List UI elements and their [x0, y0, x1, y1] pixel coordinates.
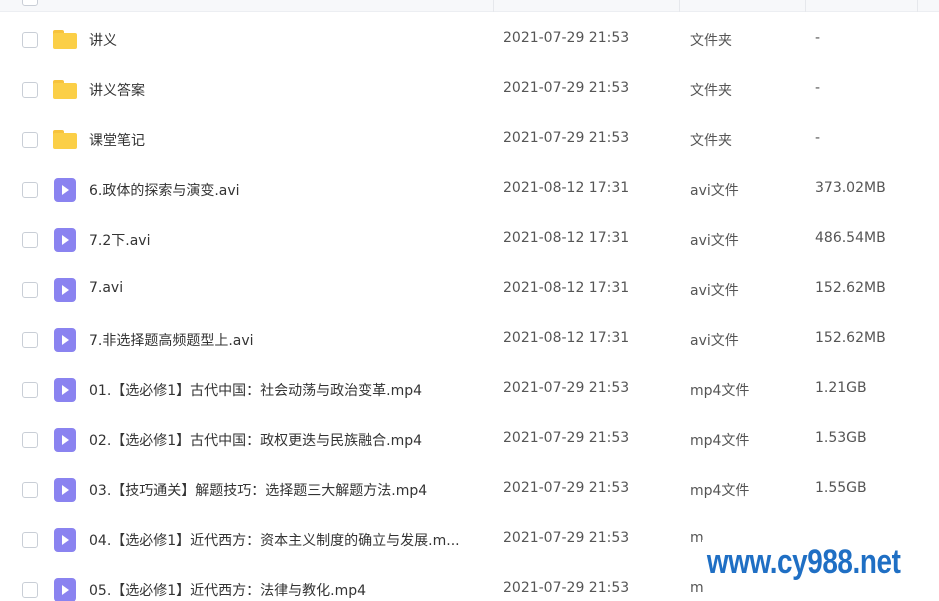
file-row[interactable]: 7.avi 2021-08-12 17:31 avi文件 152.62MB: [0, 265, 939, 315]
file-name[interactable]: 04.【选必修1】近代西方：资本主义制度的确立与发展.m...: [89, 530, 460, 550]
file-row[interactable]: 6.政体的探索与演变.avi 2021-08-12 17:31 avi文件 373.0…: [0, 165, 939, 215]
file-row[interactable]: 7.非选择题高频题型上.avi 2021-08-12 17:31 avi文件 152.…: [0, 315, 939, 365]
video-file-icon: [52, 377, 78, 403]
video-file-icon: [52, 527, 78, 553]
file-list: 讲义 2021-07-29 21:53 文件夹 - 讲义答案 2021-07-29 21:…: [0, 15, 939, 601]
video-file-icon: [52, 277, 78, 303]
file-modified-time: 2021-08-12 17:31: [503, 180, 630, 196]
file-type: avi文件: [690, 283, 739, 299]
folder-icon: [52, 27, 78, 53]
file-name[interactable]: 7.非选择题高频题型上.avi: [89, 330, 254, 350]
file-size: 1.21GB: [815, 380, 867, 396]
file-modified-time: 2021-07-29 21:53: [503, 480, 630, 496]
file-size: -: [815, 80, 821, 96]
file-modified-time: 2021-08-12 17:31: [503, 230, 630, 246]
video-file-icon: [52, 227, 78, 253]
file-size: 152.62MB: [815, 280, 886, 296]
row-checkbox[interactable]: [22, 282, 38, 298]
file-row[interactable]: 7.2下.avi 2021-08-12 17:31 avi文件 486.54MB: [0, 215, 939, 265]
file-name[interactable]: 课堂笔记: [89, 130, 145, 150]
file-modified-time: 2021-07-29 21:53: [503, 380, 630, 396]
file-row[interactable]: 讲义答案 2021-07-29 21:53 文件夹 -: [0, 65, 939, 115]
file-type: 文件夹: [690, 133, 732, 149]
folder-icon: [52, 127, 78, 153]
file-row[interactable]: 02.【选必修1】古代中国：政权更迭与民族融合.mp4 2021-07-29 21…: [0, 415, 939, 465]
file-name[interactable]: 03.【技巧通关】解题技巧：选择题三大解题方法.mp4: [89, 480, 427, 500]
row-checkbox[interactable]: [22, 482, 38, 498]
file-modified-time: 2021-07-29 21:53: [503, 30, 630, 46]
video-file-icon: [52, 577, 78, 601]
file-name[interactable]: 讲义: [89, 30, 117, 50]
file-modified-time: 2021-07-29 21:53: [503, 80, 630, 96]
video-file-icon: [52, 177, 78, 203]
file-name[interactable]: 02.【选必修1】古代中国：政权更迭与民族融合.mp4: [89, 430, 422, 450]
file-type: mp4文件: [690, 483, 750, 499]
file-type: mp4文件: [690, 433, 750, 449]
file-size: 152.62MB: [815, 330, 886, 346]
file-row[interactable]: 讲义 2021-07-29 21:53 文件夹 -: [0, 15, 939, 65]
row-checkbox[interactable]: [22, 532, 38, 548]
file-name[interactable]: 6.政体的探索与演变.avi: [89, 180, 240, 200]
file-type: avi文件: [690, 233, 739, 249]
file-list-header: [0, 0, 939, 12]
file-size: 373.02MB: [815, 180, 886, 196]
file-size: 1.53GB: [815, 430, 867, 446]
file-name[interactable]: 01.【选必修1】古代中国：社会动荡与政治变革.mp4: [89, 380, 422, 400]
file-modified-time: 2021-07-29 21:53: [503, 130, 630, 146]
file-type: avi文件: [690, 333, 739, 349]
file-name[interactable]: 讲义答案: [89, 80, 145, 100]
file-modified-time: 2021-07-29 21:53: [503, 530, 630, 546]
video-file-icon: [52, 427, 78, 453]
header-col-name[interactable]: [0, 0, 494, 12]
folder-icon: [52, 77, 78, 103]
file-size: -: [815, 130, 821, 146]
file-modified-time: 2021-07-29 21:53: [503, 580, 630, 596]
file-name[interactable]: 05.【选必修1】近代西方：法律与教化.mp4: [89, 580, 366, 600]
file-type: mp4文件: [690, 383, 750, 399]
row-checkbox[interactable]: [22, 232, 38, 248]
file-modified-time: 2021-08-12 17:31: [503, 280, 630, 296]
file-row[interactable]: 03.【技巧通关】解题技巧：选择题三大解题方法.mp4 2021-07-29 21…: [0, 465, 939, 515]
video-file-icon: [52, 477, 78, 503]
watermark: www.cy988.net: [702, 540, 906, 584]
header-col-size[interactable]: [806, 0, 918, 12]
header-col-type[interactable]: [680, 0, 806, 12]
row-checkbox[interactable]: [22, 32, 38, 48]
file-size: 486.54MB: [815, 230, 886, 246]
file-size: -: [815, 30, 821, 46]
row-checkbox[interactable]: [22, 382, 38, 398]
video-file-icon: [52, 327, 78, 353]
row-checkbox[interactable]: [22, 132, 38, 148]
file-size: 1.55GB: [815, 480, 867, 496]
row-checkbox[interactable]: [22, 82, 38, 98]
row-checkbox[interactable]: [22, 332, 38, 348]
file-row[interactable]: 01.【选必修1】古代中国：社会动荡与政治变革.mp4 2021-07-29 21…: [0, 365, 939, 415]
header-col-time[interactable]: [494, 0, 680, 12]
file-modified-time: 2021-07-29 21:53: [503, 430, 630, 446]
row-checkbox[interactable]: [22, 182, 38, 198]
file-type: 文件夹: [690, 33, 732, 49]
row-checkbox[interactable]: [22, 432, 38, 448]
file-type: avi文件: [690, 183, 739, 199]
file-row[interactable]: 课堂笔记 2021-07-29 21:53 文件夹 -: [0, 115, 939, 165]
row-checkbox[interactable]: [22, 582, 38, 598]
file-type: 文件夹: [690, 83, 732, 99]
file-name[interactable]: 7.2下.avi: [89, 230, 150, 250]
file-name[interactable]: 7.avi: [89, 280, 123, 296]
file-modified-time: 2021-08-12 17:31: [503, 330, 630, 346]
